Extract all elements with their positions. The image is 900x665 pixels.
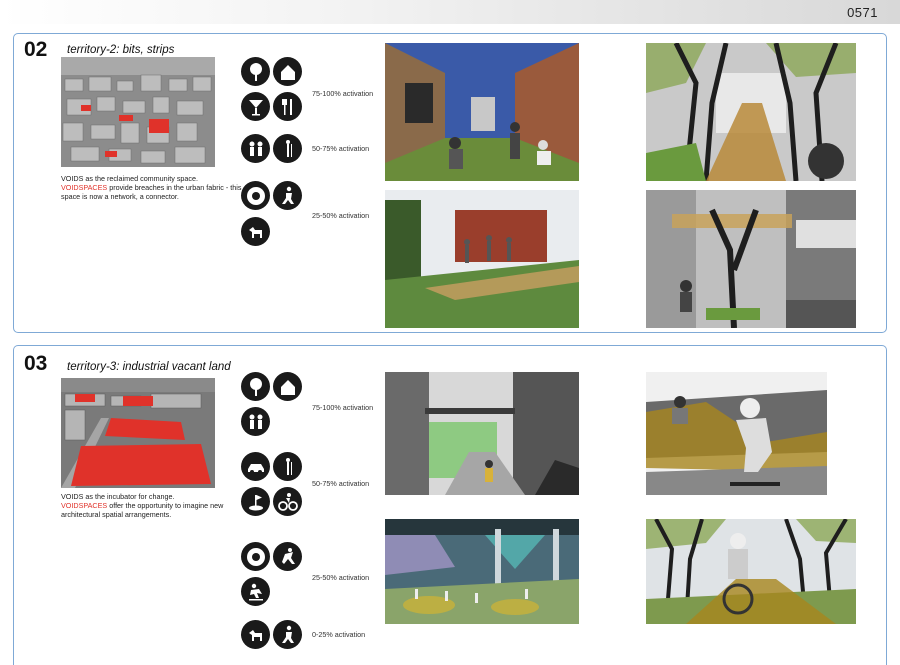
caption-line: VOIDS as the incubator for change. [61, 492, 175, 501]
house-icon [273, 57, 302, 86]
activation-label: 50-75% activation [312, 144, 370, 153]
climber-icon [273, 542, 302, 571]
tree-icon [241, 372, 270, 401]
section-caption: VOIDS as the incubator for change. VOIDS… [61, 492, 261, 520]
photo-yoga-lawn [385, 190, 579, 328]
caption-highlight: VOIDSPACES [61, 501, 108, 511]
activation-label: 75-100% activation [312, 89, 374, 98]
activation-label: 75-100% activation [312, 403, 374, 412]
photo-tree-path [646, 43, 856, 181]
skater-icon [241, 577, 270, 606]
photo-industrial-alley [385, 372, 579, 495]
cocktail-icon [241, 92, 270, 121]
section-number: 03 [24, 352, 48, 375]
section-number: 02 [24, 38, 48, 61]
figure-icon [273, 452, 302, 481]
dining-icon [273, 92, 302, 121]
figure-icon [273, 134, 302, 163]
photo-alley-canopy [646, 190, 856, 328]
photo-cyclist-trail [646, 519, 856, 624]
tire-icon [241, 542, 270, 571]
tire-icon [241, 181, 270, 210]
photo-skatepark [646, 372, 827, 495]
tree-icon [241, 57, 270, 86]
activation-label: 25-50% activation [312, 573, 370, 582]
hiker-icon [273, 181, 302, 210]
caption-line: VOIDS as the reclaimed community space. [61, 174, 199, 183]
activation-label: 25-50% activation [312, 211, 370, 220]
section-caption: VOIDS as the reclaimed community space. … [61, 174, 261, 202]
people-icon [241, 407, 270, 436]
page-number: 0571 [847, 5, 878, 20]
header-bar: 0571 [0, 0, 900, 24]
hiker-icon [273, 620, 302, 649]
activation-label: 50-75% activation [312, 479, 370, 488]
golf-icon [241, 487, 270, 516]
people-icon [241, 134, 270, 163]
caption-highlight: VOIDSPACES [61, 183, 108, 193]
aerial-map-image [61, 57, 215, 167]
photo-underpass-play [385, 519, 579, 624]
dog-icon [241, 217, 270, 246]
cyclist-icon [273, 487, 302, 516]
aerial-map-image [61, 378, 215, 488]
dog-icon [241, 620, 270, 649]
section-title: territory-2: bits, strips [67, 44, 175, 56]
car-icon [241, 452, 270, 481]
house-icon [273, 372, 302, 401]
photo-courtyard-gathering [385, 43, 579, 181]
section-title: territory-3: industrial vacant land [67, 361, 231, 373]
activation-label: 0-25% activation [312, 630, 366, 639]
